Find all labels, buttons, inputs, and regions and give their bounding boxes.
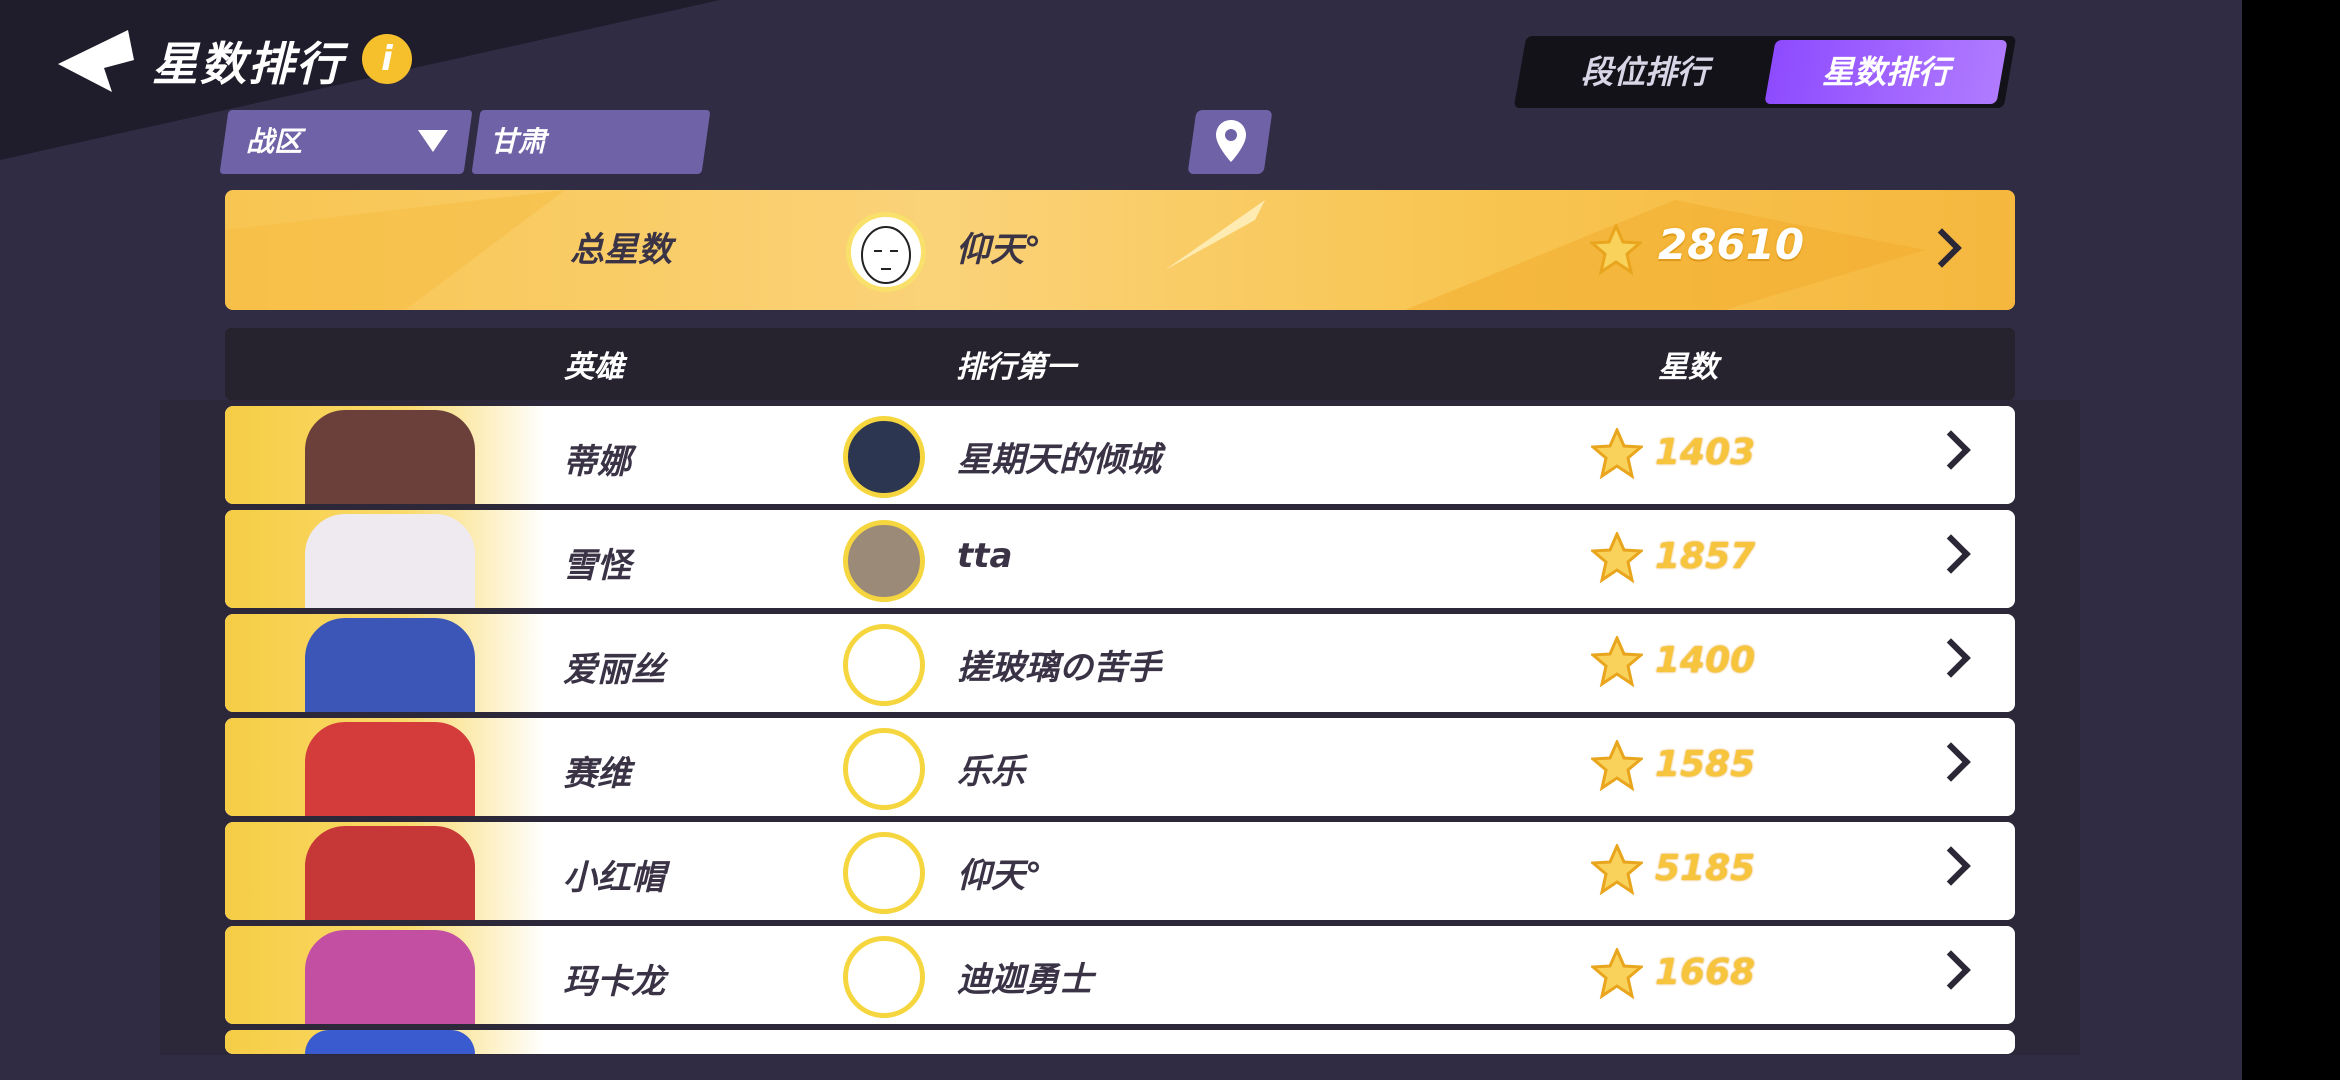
hero-portrait [225,406,545,504]
player-avatar [843,832,925,914]
chevron-right-icon[interactable] [1931,950,1971,990]
column-header-bar [225,328,2015,400]
hero-portrait-art [305,514,475,608]
hero-row[interactable]: 雪怪 tta 1857 [225,510,2015,608]
hero-name: 蒂娜 [563,442,631,482]
hero-portrait [225,718,545,816]
hero-row[interactable]: 玛卡龙 迪迦勇士 1668 [225,926,2015,1024]
star-icon [1591,636,1643,688]
star-count: 1400 [1655,640,1756,681]
total-player-name: 仰天° [956,230,1041,270]
hero-portrait-art [305,1030,475,1054]
star-count: 1403 [1655,432,1756,473]
player-avatar [843,624,925,706]
player-avatar [843,416,925,498]
hero-portrait [225,510,545,608]
tab-star-ranking[interactable]: 星数排行 [1770,36,2002,108]
hero-portrait-art [305,826,475,920]
star-count: 1668 [1655,952,1756,993]
star-icon [1591,948,1643,1000]
page-title: 星数排行 [152,37,344,91]
hero-portrait-art [305,930,475,1024]
hero-portrait [225,822,545,920]
hero-row[interactable]: 蒂娜 星期天的倾城 1403 [225,406,2015,504]
chevron-right-icon[interactable] [1931,846,1971,886]
hero-portrait [225,1030,545,1054]
hero-portrait [225,926,545,1024]
player-name: 星期天的倾城 [957,440,1161,480]
province-label: 甘肃 [490,125,547,158]
hero-portrait-art [305,410,475,504]
total-stars-count: 28610 [1658,220,1805,269]
bald-face-icon [861,226,911,284]
hero-portrait [225,614,545,712]
total-player-avatar [846,212,926,292]
star-count: 1857 [1655,536,1756,577]
hero-name: 小红帽 [563,858,665,898]
star-icon [1591,428,1643,480]
hero-row[interactable]: 小红帽 仰天° 5185 [225,822,2015,920]
player-avatar [843,936,925,1018]
hero-row[interactable]: 爱丽丝 搓玻璃の苦手 1400 [225,614,2015,712]
tab-tier-ranking[interactable]: 段位排行 [1525,36,1765,108]
hero-row[interactable]: 赛维 乐乐 1585 [225,718,2015,816]
chevron-right-icon[interactable] [1931,742,1971,782]
region-dropdown-label: 战区 [246,125,303,158]
chevron-right-icon[interactable] [1931,638,1971,678]
chevron-right-icon[interactable] [1931,430,1971,470]
star-count: 5185 [1655,848,1756,889]
column-header-hero: 英雄 [564,350,624,385]
player-avatar [843,520,925,602]
hero-name: 玛卡龙 [563,962,665,1002]
hero-row-partial[interactable] [225,1030,2015,1054]
hero-name: 赛维 [563,754,631,794]
chevron-right-icon[interactable] [1931,534,1971,574]
player-name: 迪迦勇士 [957,960,1093,1000]
player-name: 搓玻璃の苦手 [957,648,1161,688]
back-arrow-icon[interactable] [58,30,138,96]
star-icon [1591,532,1643,584]
star-count: 1585 [1655,744,1756,785]
hero-name: 雪怪 [563,546,631,586]
player-name: 仰天° [957,856,1042,896]
screen-edge [2242,0,2340,1080]
player-name: 乐乐 [957,752,1025,792]
column-header-top: 排行第一 [956,350,1076,385]
dropdown-arrow-icon [418,130,448,152]
hero-portrait-art [305,618,475,712]
info-icon[interactable]: i [362,34,412,84]
star-icon [1590,224,1642,276]
star-icon [1591,740,1643,792]
star-icon [1591,844,1643,896]
player-avatar [843,728,925,810]
hero-portrait-art [305,722,475,816]
player-name: tta [957,536,1013,576]
total-stars-label: 总星数 [570,230,672,270]
column-header-stars: 星数 [1658,350,1718,385]
hero-name: 爱丽丝 [563,650,665,690]
location-pin-icon [1216,120,1246,162]
